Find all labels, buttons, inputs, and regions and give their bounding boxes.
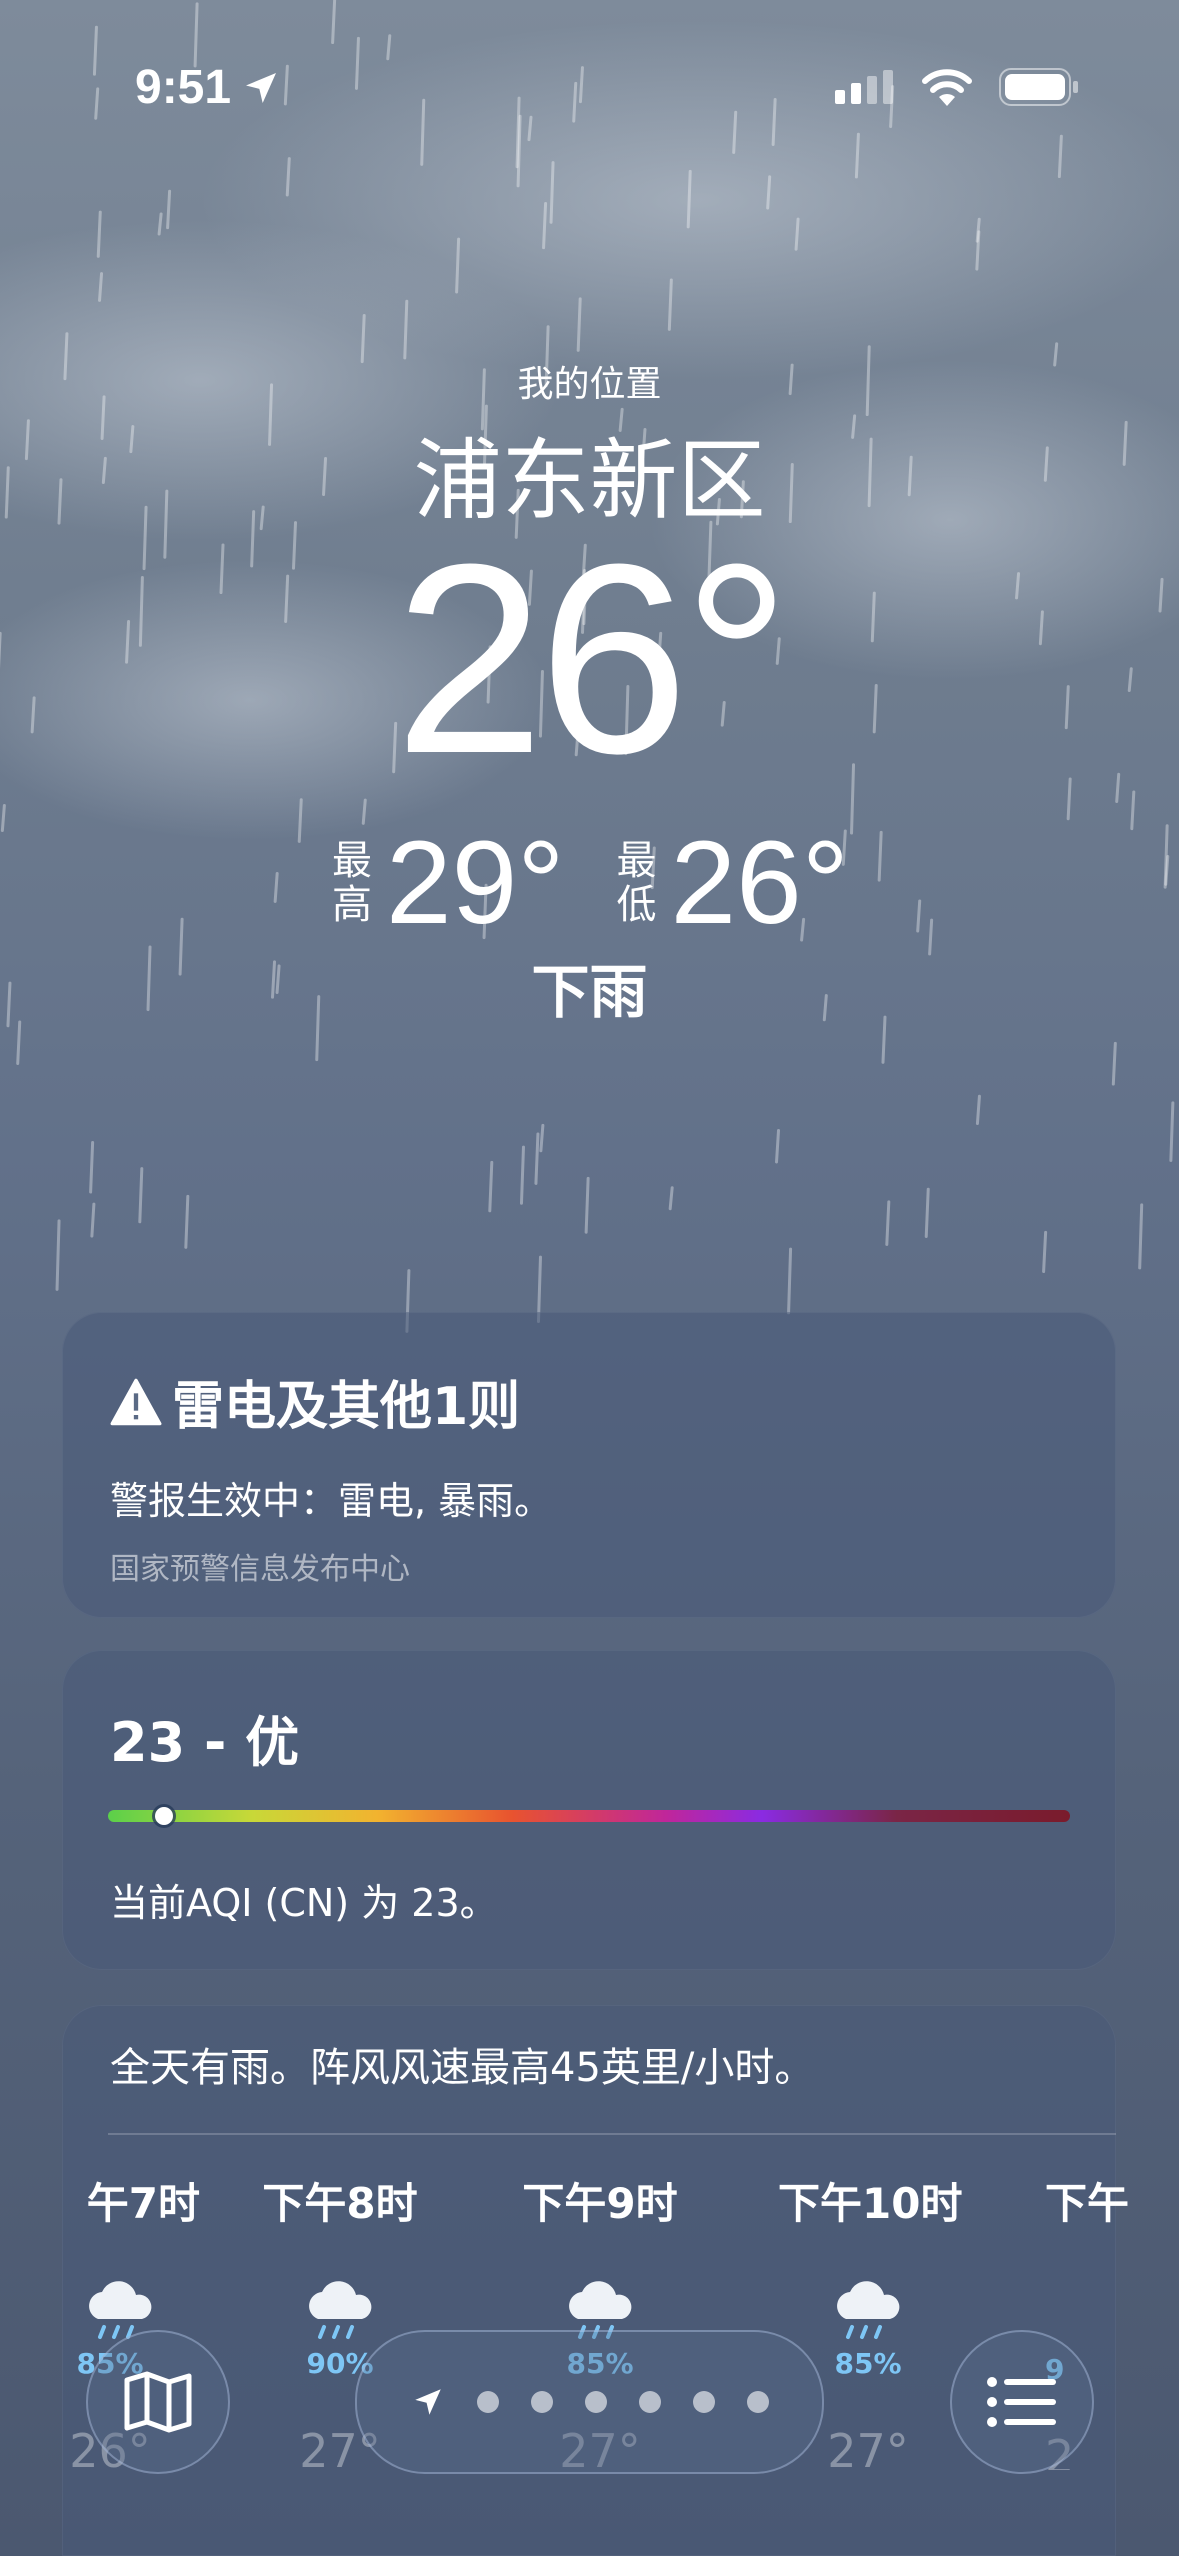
- my-location-label: 我的位置: [517, 364, 662, 405]
- map-button[interactable]: [86, 2330, 230, 2474]
- aqi-description: 当前AQI (CN) 为 23。: [110, 1881, 498, 1925]
- page-dot[interactable]: [746, 2391, 769, 2413]
- alert-title-text: 雷电及其他1则: [172, 1377, 521, 1437]
- wifi-icon: [922, 69, 972, 106]
- aqi-title: 23 - 优: [110, 1711, 300, 1774]
- map-icon: [124, 2371, 192, 2433]
- rain-cloud-icon: [837, 2281, 900, 2339]
- rain-cloud-icon: [309, 2281, 372, 2339]
- status-bar: 9:51: [0, 60, 1179, 120]
- forecast-divider: [108, 2133, 1116, 2135]
- high-temp-group: 最高 29°: [330, 815, 564, 951]
- alert-source: 国家预警信息发布中心: [110, 1552, 410, 1587]
- location-list-button[interactable]: [950, 2330, 1094, 2474]
- location-page-indicator[interactable]: [355, 2330, 824, 2474]
- aqi-indicator-dot: [155, 1807, 173, 1825]
- battery-icon: [999, 68, 1078, 106]
- warning-icon: [110, 1378, 162, 1425]
- alert-body: 警报生效中：雷电, 暴雨。: [110, 1479, 553, 1523]
- alert-title: 雷电及其他1则: [110, 1364, 520, 1439]
- forecast-summary: 全天有雨。阵风风速最高45英里/小时。: [110, 2045, 815, 2091]
- page-dot[interactable]: [638, 2391, 661, 2413]
- list-icon: [987, 2377, 1056, 2427]
- location-arrow-icon: [246, 72, 277, 103]
- low-label: 最低: [616, 838, 657, 928]
- hour-label: 下午8时: [262, 2179, 418, 2228]
- status-time: 9:51: [135, 60, 281, 115]
- hour-label: 下午10时: [778, 2179, 963, 2228]
- severe-weather-alert-card[interactable]: 雷电及其他1则 警报生效中：雷电, 暴雨。 国家预警信息发布中心: [62, 1312, 1116, 1618]
- time-text: 9:51: [135, 61, 232, 114]
- hour-label: 午7时: [86, 2179, 200, 2228]
- low-temp-group: 最低 26°: [615, 815, 849, 951]
- location-arrow-icon: [414, 2389, 441, 2415]
- weather-condition: 下雨: [531, 958, 648, 1026]
- air-quality-card[interactable]: 23 - 优 当前AQI (CN) 为 23。: [62, 1650, 1116, 1970]
- high-low-temps: 最高 29° 最低 26°: [0, 815, 1179, 951]
- page-dot[interactable]: [692, 2391, 715, 2413]
- hour-label: 下午: [1045, 2179, 1130, 2228]
- signal-icon: [835, 70, 893, 104]
- high-label: 最高: [332, 838, 373, 928]
- page-dot[interactable]: [476, 2391, 499, 2413]
- current-temperature: 26°: [394, 509, 790, 810]
- hour-label: 下午9时: [522, 2179, 678, 2228]
- page-dot[interactable]: [530, 2391, 553, 2413]
- page-dot[interactable]: [584, 2391, 607, 2413]
- aqi-scale-bar: [108, 1810, 1070, 1822]
- low-temp: 26°: [670, 817, 849, 949]
- high-temp: 29°: [386, 817, 565, 949]
